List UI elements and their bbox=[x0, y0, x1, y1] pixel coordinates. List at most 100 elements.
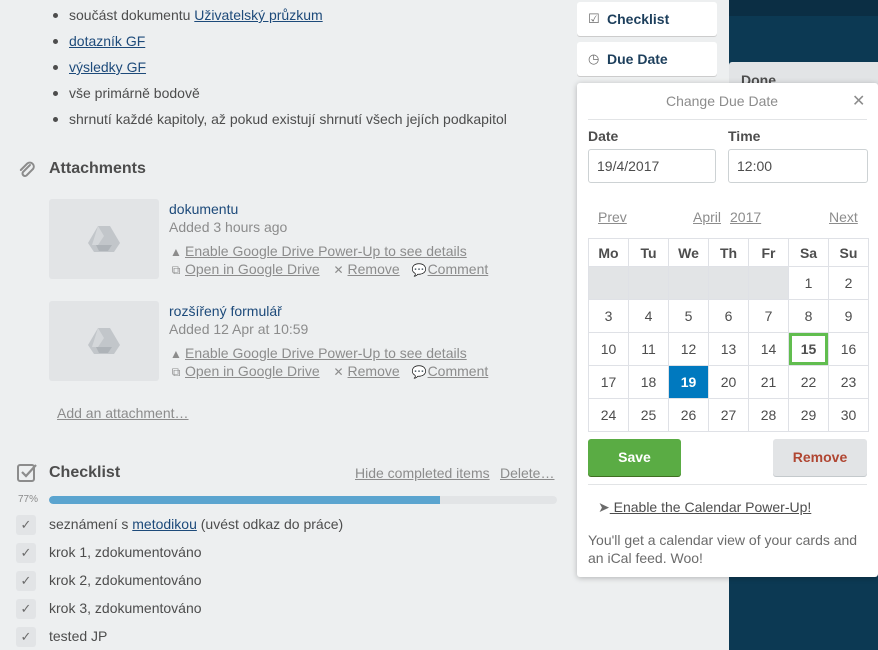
open-in-drive-link[interactable]: Open in Google Drive bbox=[185, 261, 320, 277]
google-drive-icon bbox=[88, 226, 120, 252]
save-button[interactable]: Save bbox=[588, 439, 681, 476]
prev-month-link[interactable]: Prev bbox=[598, 209, 627, 225]
calendar-day[interactable]: 8 bbox=[788, 299, 829, 333]
calendar-week-row: 3456789 bbox=[588, 299, 869, 333]
calendar-day[interactable]: 27 bbox=[708, 398, 749, 432]
attachment-enable-row: ▲ Enable Google Drive Power-Up to see det… bbox=[169, 345, 467, 361]
calendar-day[interactable]: 17 bbox=[588, 365, 629, 399]
checklist-item-text[interactable]: seznámení s metodikou (uvést odkaz do pr… bbox=[49, 516, 343, 532]
calendar-day[interactable]: 23 bbox=[828, 365, 869, 399]
calendar-day[interactable]: 18 bbox=[628, 365, 669, 399]
remove-attachment-link[interactable]: Remove bbox=[348, 261, 400, 277]
calendar-day[interactable]: 11 bbox=[628, 332, 669, 366]
attachment-enable-row: ▲ Enable Google Drive Power-Up to see det… bbox=[169, 243, 467, 259]
link-vysledky-gf[interactable]: výsledky GF bbox=[69, 59, 146, 75]
attachment-thumbnail[interactable] bbox=[49, 199, 159, 279]
attachment-actions-row: ⧉ Open in Google Drive ✕ Remove 💬Comment bbox=[169, 261, 489, 278]
calendar-day-today[interactable]: 15 bbox=[788, 332, 829, 366]
calendar-day[interactable]: 4 bbox=[628, 299, 669, 333]
calendar-day[interactable]: 28 bbox=[748, 398, 789, 432]
calendar-day[interactable]: 16 bbox=[828, 332, 869, 366]
open-in-drive-link[interactable]: Open in Google Drive bbox=[185, 363, 320, 379]
calendar-day[interactable]: 7 bbox=[748, 299, 789, 333]
delete-checklist-link[interactable]: Delete… bbox=[500, 465, 554, 481]
calendar-day[interactable]: 22 bbox=[788, 365, 829, 399]
checklist-item-text[interactable]: krok 1, zdokumentováno bbox=[49, 544, 202, 560]
weekday-header: We bbox=[668, 238, 709, 267]
clock-icon: ◷ bbox=[588, 51, 600, 66]
list-item: vše primárně bodově bbox=[51, 84, 507, 110]
calendar-day[interactable]: 13 bbox=[708, 332, 749, 366]
calendar-day[interactable]: 5 bbox=[668, 299, 709, 333]
calendar-day[interactable]: 20 bbox=[708, 365, 749, 399]
calendar-day[interactable]: 10 bbox=[588, 332, 629, 366]
checklist-item-text[interactable]: krok 2, zdokumentováno bbox=[49, 572, 202, 588]
remove-due-date-button[interactable]: Remove bbox=[773, 439, 867, 476]
weekday-header: Sa bbox=[788, 238, 829, 267]
calendar-day[interactable]: 24 bbox=[588, 398, 629, 432]
hide-completed-items-link[interactable]: Hide completed items bbox=[355, 465, 490, 481]
checkbox-checked-icon[interactable]: ✓ bbox=[16, 543, 36, 563]
calendar-day[interactable]: 25 bbox=[628, 398, 669, 432]
comment-icon: 💬 bbox=[411, 263, 427, 277]
remove-x-icon: ✕ bbox=[333, 263, 344, 277]
time-input[interactable] bbox=[728, 149, 868, 183]
calendar-day[interactable]: 26 bbox=[668, 398, 709, 432]
calendar-week-row: 12 bbox=[588, 266, 869, 300]
add-attachment-link[interactable]: Add an attachment… bbox=[57, 405, 189, 421]
checkbox-checked-icon[interactable]: ✓ bbox=[16, 599, 36, 619]
checklist-item-text[interactable]: tested JP bbox=[49, 628, 107, 644]
calendar-day-selected[interactable]: 19 bbox=[668, 365, 709, 399]
comment-link[interactable]: Comment bbox=[428, 363, 489, 379]
year-select[interactable]: 2017 bbox=[730, 209, 761, 225]
attachment-thumbnail[interactable] bbox=[49, 301, 159, 381]
enable-drive-powerup-link[interactable]: Enable Google Drive Power-Up to see deta… bbox=[185, 345, 467, 361]
calendar-day[interactable]: 12 bbox=[668, 332, 709, 366]
checklist-item[interactable]: ✓ seznámení s metodikou (uvést odkaz do … bbox=[16, 515, 556, 543]
checkbox-checked-icon[interactable]: ✓ bbox=[16, 627, 36, 647]
popover-title: Change Due Date bbox=[665, 93, 779, 109]
calendar-day[interactable]: 6 bbox=[708, 299, 749, 333]
weekday-header: Su bbox=[828, 238, 869, 267]
calendar-day[interactable]: 14 bbox=[748, 332, 789, 366]
checklist-item[interactable]: ✓ krok 1, zdokumentováno bbox=[16, 543, 556, 571]
link-dotaznik-gf[interactable]: dotazník GF bbox=[69, 33, 145, 49]
next-month-link[interactable]: Next bbox=[829, 209, 858, 225]
calendar-day[interactable]: 21 bbox=[748, 365, 789, 399]
calendar-weekday-row: Mo Tu We Th Fr Sa Su bbox=[588, 238, 869, 267]
month-select[interactable]: April bbox=[693, 209, 721, 225]
calendar-day[interactable]: 29 bbox=[788, 398, 829, 432]
sidebar-checklist-button[interactable]: ☑ Checklist bbox=[577, 2, 717, 36]
close-icon[interactable]: ✕ bbox=[852, 91, 865, 111]
enable-calendar-powerup-link[interactable]: Enable the Calendar Power-Up! bbox=[610, 499, 812, 515]
attachment-item: rozšířený formulář Added 12 Apr at 10:59… bbox=[49, 301, 569, 381]
checklist-progress-percent: 77% bbox=[18, 494, 39, 505]
comment-link[interactable]: Comment bbox=[428, 261, 489, 277]
google-drive-icon bbox=[88, 328, 120, 354]
link-uzivatelsky-pruzkum[interactable]: Uživatelský průzkum bbox=[194, 7, 322, 23]
calendar-day[interactable]: 30 bbox=[828, 398, 869, 432]
checklist-item[interactable]: ✓ krok 3, zdokumentováno bbox=[16, 599, 556, 627]
remove-attachment-link[interactable]: Remove bbox=[348, 363, 400, 379]
attachments-title: Attachments bbox=[49, 160, 146, 177]
date-input[interactable] bbox=[588, 149, 716, 183]
checklist-progress-fill bbox=[49, 496, 441, 504]
remove-x-icon: ✕ bbox=[333, 365, 344, 379]
checklist-item[interactable]: ✓ krok 2, zdokumentováno bbox=[16, 571, 556, 599]
checkbox-checked-icon[interactable]: ✓ bbox=[16, 515, 36, 535]
calendar-empty-cell bbox=[668, 266, 709, 300]
weekday-header: Fr bbox=[748, 238, 789, 267]
calendar-day[interactable]: 3 bbox=[588, 299, 629, 333]
attachment-name[interactable]: rozšířený formulář bbox=[169, 303, 282, 319]
checkbox-checked-icon[interactable]: ✓ bbox=[16, 571, 36, 591]
checklist-item-text[interactable]: krok 3, zdokumentováno bbox=[49, 600, 202, 616]
checklist-item[interactable]: ✓ tested JP bbox=[16, 627, 556, 650]
calendar-day[interactable]: 1 bbox=[788, 266, 829, 300]
calendar-day[interactable]: 2 bbox=[828, 266, 869, 300]
calendar-day[interactable]: 9 bbox=[828, 299, 869, 333]
external-link-icon: ⧉ bbox=[171, 365, 181, 379]
attachment-name[interactable]: dokumentu bbox=[169, 201, 238, 217]
link-metodikou[interactable]: metodikou bbox=[132, 516, 197, 532]
enable-drive-powerup-link[interactable]: Enable Google Drive Power-Up to see deta… bbox=[185, 243, 467, 259]
sidebar-due-date-button[interactable]: ◷ Due Date bbox=[577, 42, 717, 76]
